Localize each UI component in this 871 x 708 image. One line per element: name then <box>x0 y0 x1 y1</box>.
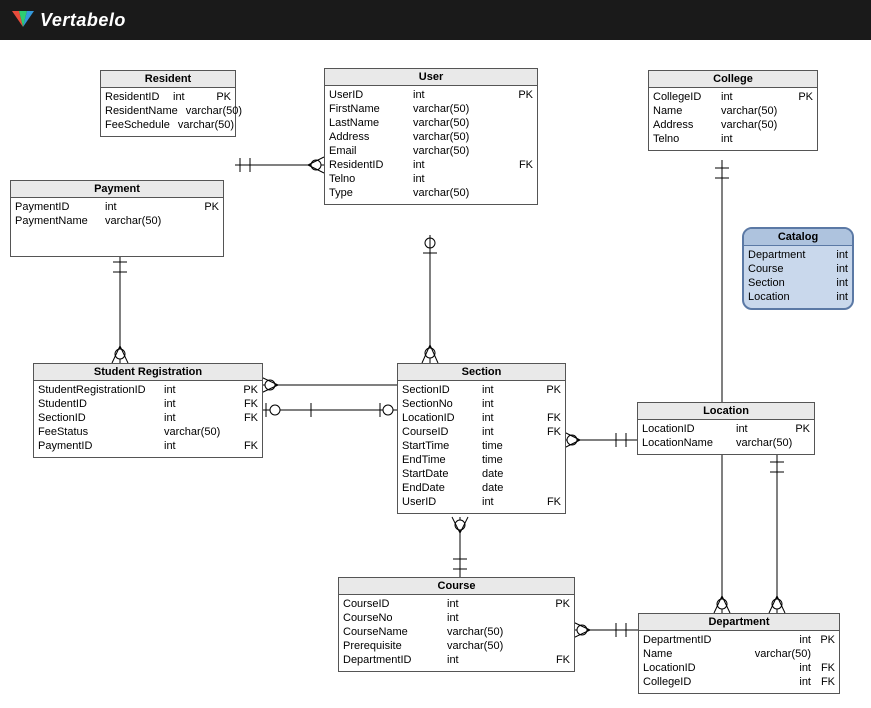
entity-section[interactable]: Section SectionIDintPK SectionNoint Loca… <box>397 363 566 514</box>
column-row: StartDatedate <box>402 467 561 481</box>
app-header: Vertabelo <box>0 0 871 40</box>
column-row: FirstNamevarchar(50) <box>329 102 533 116</box>
entity-department[interactable]: Department DepartmentIDintPK Namevarchar… <box>638 613 840 694</box>
column-row: FeeStatusvarchar(50) <box>38 425 258 439</box>
view-catalog[interactable]: Catalog Departmentint Courseint Sectioni… <box>742 227 854 310</box>
column-row: Sectionint <box>748 276 848 290</box>
column-row: ResidentNamevarchar(50) <box>105 104 231 118</box>
entity-body: CollegeIDintPK Namevarchar(50) Addressva… <box>649 88 817 150</box>
entity-body: CourseIDintPK CourseNoint CourseNamevarc… <box>339 595 574 671</box>
entity-payment[interactable]: Payment PaymentIDintPK PaymentNamevarcha… <box>10 180 224 257</box>
brand-logo-icon <box>12 9 34 31</box>
entity-body: SectionIDintPK SectionNoint LocationIDin… <box>398 381 565 513</box>
column-row: LastNamevarchar(50) <box>329 116 533 130</box>
entity-title: Section <box>398 364 565 381</box>
column-row: UserIDintPK <box>329 88 533 102</box>
column-row: Courseint <box>748 262 848 276</box>
entity-body: StudentRegistrationIDintPK StudentIDintF… <box>34 381 262 457</box>
er-diagram-canvas: Resident ResidentIDintPK ResidentNamevar… <box>0 40 871 708</box>
column-row: Emailvarchar(50) <box>329 144 533 158</box>
column-row: CourseNamevarchar(50) <box>343 625 570 639</box>
entity-title: Department <box>639 614 839 631</box>
entity-location[interactable]: Location LocationIDintPK LocationNamevar… <box>637 402 815 455</box>
column-row: PaymentIDintFK <box>38 439 258 453</box>
column-row: LocationNamevarchar(50) <box>642 436 810 450</box>
column-row: SectionIDintPK <box>402 383 561 397</box>
entity-course[interactable]: Course CourseIDintPK CourseNoint CourseN… <box>338 577 575 672</box>
entity-body: LocationIDintPK LocationNamevarchar(50) <box>638 420 814 454</box>
column-row: SectionNoint <box>402 397 561 411</box>
column-row: PaymentIDintPK <box>15 200 219 214</box>
brand-name: Vertabelo <box>40 10 126 31</box>
column-row: Telnoint <box>653 132 813 146</box>
column-row: LocationIDintFK <box>402 411 561 425</box>
entity-body: PaymentIDintPK PaymentNamevarchar(50) <box>11 198 223 256</box>
column-row: UserIDintFK <box>402 495 561 509</box>
column-row: StartTimetime <box>402 439 561 453</box>
column-row: ResidentIDintFK <box>329 158 533 172</box>
column-row: CourseNoint <box>343 611 570 625</box>
entity-body: ResidentIDintPK ResidentNamevarchar(50) … <box>101 88 235 136</box>
entity-student-registration[interactable]: Student Registration StudentRegistration… <box>33 363 263 458</box>
column-row: DepartmentIDintFK <box>343 653 570 667</box>
column-row: DepartmentIDintPK <box>643 633 835 647</box>
column-row: EndTimetime <box>402 453 561 467</box>
entity-title: Payment <box>11 181 223 198</box>
column-row: Telnoint <box>329 172 533 186</box>
column-row: StudentIDintFK <box>38 397 258 411</box>
column-row: CollegeIDintFK <box>643 675 835 689</box>
column-row: Typevarchar(50) <box>329 186 533 200</box>
entity-title: Resident <box>101 71 235 88</box>
column-row: EndDatedate <box>402 481 561 495</box>
entity-title: Student Registration <box>34 364 262 381</box>
column-row: LocationIDintFK <box>643 661 835 675</box>
column-row: CourseIDintFK <box>402 425 561 439</box>
entity-user[interactable]: User UserIDintPK FirstNamevarchar(50) La… <box>324 68 538 205</box>
entity-title: Location <box>638 403 814 420</box>
column-row: CourseIDintPK <box>343 597 570 611</box>
column-row: Namevarchar(50) <box>653 104 813 118</box>
view-body: Departmentint Courseint Sectionint Locat… <box>744 246 852 308</box>
column-row: FeeSchedulevarchar(50) <box>105 118 231 132</box>
column-row: PaymentNamevarchar(50) <box>15 214 219 228</box>
column-row: Addressvarchar(50) <box>329 130 533 144</box>
column-row: Addressvarchar(50) <box>653 118 813 132</box>
entity-body: DepartmentIDintPK Namevarchar(50) Locati… <box>639 631 839 693</box>
entity-body: UserIDintPK FirstNamevarchar(50) LastNam… <box>325 86 537 204</box>
column-row: LocationIDintPK <box>642 422 810 436</box>
column-row: Departmentint <box>748 248 848 262</box>
entity-title: Course <box>339 578 574 595</box>
column-row: Namevarchar(50) <box>643 647 835 661</box>
column-row: CollegeIDintPK <box>653 90 813 104</box>
entity-title: User <box>325 69 537 86</box>
column-row: Prerequisitevarchar(50) <box>343 639 570 653</box>
entity-resident[interactable]: Resident ResidentIDintPK ResidentNamevar… <box>100 70 236 137</box>
column-row: StudentRegistrationIDintPK <box>38 383 258 397</box>
entity-college[interactable]: College CollegeIDintPK Namevarchar(50) A… <box>648 70 818 151</box>
column-row: Locationint <box>748 290 848 304</box>
column-row: ResidentIDintPK <box>105 90 231 104</box>
entity-title: College <box>649 71 817 88</box>
view-title: Catalog <box>744 229 852 246</box>
column-row: SectionIDintFK <box>38 411 258 425</box>
